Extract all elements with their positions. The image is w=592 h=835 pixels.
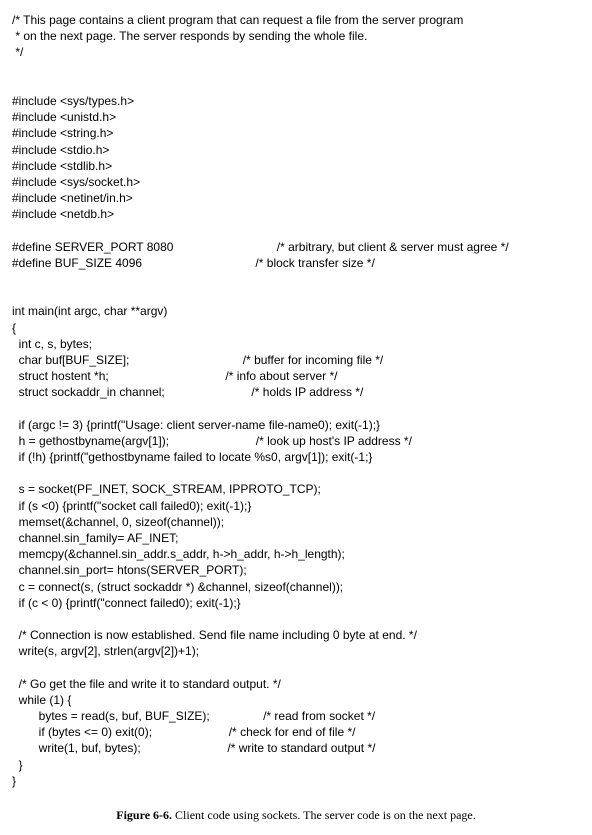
code-line: if (s <0) {printf("socket call failed0);… (12, 499, 251, 513)
code-line: write(1, buf, bytes); /* write to standa… (12, 741, 375, 755)
code-line: #include <netdb.h> (12, 207, 114, 221)
code-line: s = socket(PF_INET, SOCK_STREAM, IPPROTO… (12, 482, 321, 496)
code-line: if (argc != 3) {printf("Usage: client se… (12, 418, 380, 432)
code-line: bytes = read(s, buf, BUF_SIZE); /* read … (12, 709, 375, 723)
figure-text: Client code using sockets. The server co… (175, 808, 476, 822)
figure-caption: Figure 6-6. Client code using sockets. T… (12, 807, 580, 823)
code-line: channel.sin_family= AF_INET; (12, 531, 178, 545)
code-line: #include <sys/types.h> (12, 94, 134, 108)
code-line: struct sockaddr_in channel; /* holds IP … (12, 385, 363, 399)
code-line: memcpy(&channel.sin_addr.s_addr, h->h_ad… (12, 547, 345, 561)
code-line: } (12, 758, 23, 772)
code-line: #define BUF_SIZE 4096 /* block transfer … (12, 256, 375, 270)
code-line: #include <sys/socket.h> (12, 175, 140, 189)
code-line: #define SERVER_PORT 8080 /* arbitrary, b… (12, 240, 509, 254)
code-line: int main(int argc, char **argv) (12, 304, 167, 318)
code-line: memset(&channel, 0, sizeof(channel)); (12, 515, 224, 529)
code-line: channel.sin_port= htons(SERVER_PORT); (12, 563, 247, 577)
code-line: #include <stdio.h> (12, 143, 109, 157)
code-line: } (12, 774, 16, 788)
code-line: char buf[BUF_SIZE]; /* buffer for incomi… (12, 353, 383, 367)
code-line: struct hostent *h; /* info about server … (12, 369, 337, 383)
code-line: #include <unistd.h> (12, 110, 116, 124)
code-line: /* Go get the file and write it to stand… (12, 677, 281, 691)
code-line: { (12, 321, 16, 335)
code-line: if (c < 0) {printf("connect failed0); ex… (12, 596, 241, 610)
code-line: c = connect(s, (struct sockaddr *) &chan… (12, 580, 343, 594)
code-line: h = gethostbyname(argv[1]); /* look up h… (12, 434, 412, 448)
code-line: if (bytes <= 0) exit(0); /* check for en… (12, 725, 355, 739)
code-line: #include <stdlib.h> (12, 159, 112, 173)
figure-label: Figure 6-6. (116, 808, 175, 822)
code-line: /* Connection is now established. Send f… (12, 628, 417, 642)
code-line: if (!h) {printf("gethostbyname failed to… (12, 450, 372, 464)
code-line: /* This page contains a client program t… (12, 13, 463, 27)
code-line: #include <netinet/in.h> (12, 191, 133, 205)
code-line: * on the next page. The server responds … (12, 29, 367, 43)
code-line: write(s, argv[2], strlen(argv[2])+1); (12, 644, 199, 658)
code-line: */ (12, 45, 23, 59)
code-line: int c, s, bytes; (12, 337, 92, 351)
code-line: while (1) { (12, 693, 71, 707)
code-listing: /* This page contains a client program t… (12, 12, 580, 789)
code-line: #include <string.h> (12, 126, 113, 140)
